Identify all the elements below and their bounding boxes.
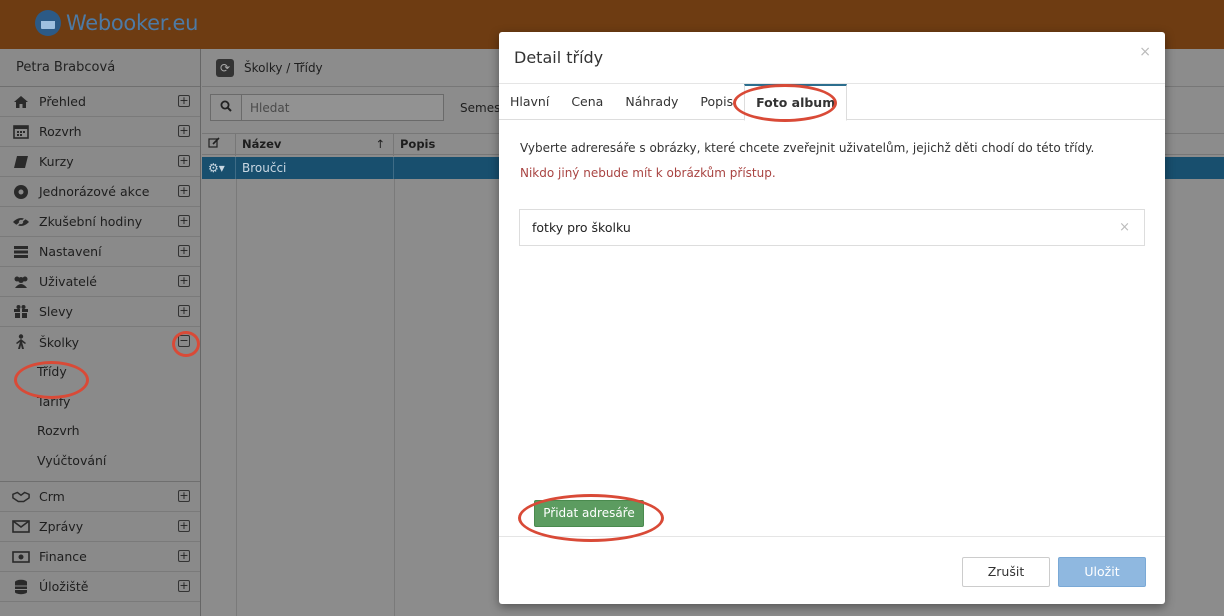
sidebar-item-prehled[interactable]: Přehled + bbox=[0, 87, 200, 117]
sidebar-item-slevy[interactable]: Slevy + bbox=[0, 297, 200, 327]
logo[interactable]: Webooker.eu bbox=[35, 10, 198, 36]
calendar-icon bbox=[35, 10, 61, 36]
expand-icon[interactable]: + bbox=[178, 275, 190, 287]
remove-icon[interactable]: × bbox=[1119, 220, 1130, 235]
expand-icon[interactable]: + bbox=[178, 95, 190, 107]
column-header-label: Název bbox=[242, 137, 282, 151]
sidebar-item-label: Přehled bbox=[39, 94, 86, 109]
modal-header: Detail třídy × bbox=[499, 32, 1165, 84]
sidebar-item-label: Rozvrh bbox=[39, 124, 82, 139]
add-directories-button[interactable]: Přidat adresáře bbox=[534, 500, 644, 527]
user-name[interactable]: Petra Brabcová bbox=[0, 49, 200, 87]
search-input[interactable]: Hledat bbox=[242, 94, 444, 121]
expand-icon[interactable]: + bbox=[178, 155, 190, 167]
sidebar-item-label: Úložiště bbox=[39, 579, 89, 594]
warning-text: Nikdo jiný nebude mít k obrázkům přístup… bbox=[520, 166, 776, 180]
expand-icon[interactable]: + bbox=[178, 490, 190, 502]
grid-divider bbox=[236, 179, 237, 616]
book-icon bbox=[12, 154, 30, 170]
collapse-icon[interactable]: − bbox=[178, 335, 190, 347]
sidebar-item-label: Slevy bbox=[39, 304, 73, 319]
sidebar-item-label: Uživatelé bbox=[39, 274, 97, 289]
skolky-submenu: Třídy Tarify Rozvrh Vyúčtování bbox=[0, 357, 200, 482]
sidebar-item-finance[interactable]: Finance + bbox=[0, 542, 200, 572]
handshake-icon bbox=[12, 489, 30, 505]
sidebar-item-label: Zkušební hodiny bbox=[39, 214, 143, 229]
sidebar-item-label: Finance bbox=[39, 549, 87, 564]
sidebar-item-rozvrh[interactable]: Rozvrh + bbox=[0, 117, 200, 147]
database-icon bbox=[12, 579, 30, 595]
expand-icon[interactable]: + bbox=[178, 305, 190, 317]
sidebar: Petra Brabcová Přehled + Rozvrh + Kurzy … bbox=[0, 49, 201, 616]
search-row: Hledat Semest bbox=[210, 94, 505, 121]
submenu-item-tarify[interactable]: Tarify bbox=[0, 387, 200, 417]
sidebar-item-zkusebni-hodiny[interactable]: Zkušební hodiny + bbox=[0, 207, 200, 237]
gear-icon[interactable]: ⚙▾ bbox=[202, 157, 236, 179]
submenu-item-rozvrh[interactable]: Rozvrh bbox=[0, 416, 200, 446]
tab-popis[interactable]: Popis bbox=[689, 84, 744, 120]
sidebar-item-jednorazove-akce[interactable]: Jednorázové akce + bbox=[0, 177, 200, 207]
refresh-icon[interactable]: ⟳ bbox=[216, 58, 234, 77]
settings-icon bbox=[12, 244, 30, 260]
cancel-button[interactable]: Zrušit bbox=[962, 557, 1050, 587]
close-icon[interactable]: × bbox=[1139, 44, 1151, 60]
mail-icon bbox=[12, 519, 30, 535]
column-header-label: Popis bbox=[400, 137, 436, 151]
sidebar-item-label: Jednorázové akce bbox=[39, 184, 150, 199]
class-detail-modal: Detail třídy × Hlavní Cena Náhrady Popis… bbox=[499, 32, 1165, 604]
save-button[interactable]: Uložit bbox=[1058, 557, 1146, 587]
expand-icon[interactable]: + bbox=[178, 550, 190, 562]
sort-asc-icon[interactable]: ↑ bbox=[375, 134, 385, 154]
modal-footer: Zrušit Uložit bbox=[499, 538, 1165, 604]
expand-icon[interactable]: + bbox=[178, 125, 190, 137]
modal-title: Detail třídy bbox=[514, 48, 604, 67]
submenu-item-vyuctovani[interactable]: Vyúčtování bbox=[0, 446, 200, 476]
expand-icon[interactable]: + bbox=[178, 580, 190, 592]
modal-tabs: Hlavní Cena Náhrady Popis Foto album bbox=[499, 84, 1165, 121]
sidebar-item-label: Crm bbox=[39, 489, 65, 504]
sidebar-item-skolky[interactable]: Školky − bbox=[0, 327, 200, 357]
calendar-icon bbox=[12, 124, 30, 140]
grid-divider bbox=[394, 179, 395, 616]
sidebar-item-label: Nastavení bbox=[39, 244, 102, 259]
tab-cena[interactable]: Cena bbox=[560, 84, 614, 120]
expand-icon[interactable]: + bbox=[178, 185, 190, 197]
column-header-nazev[interactable]: Název ↑ bbox=[236, 134, 394, 156]
sidebar-item-zpravy[interactable]: Zprávy + bbox=[0, 512, 200, 542]
edit-column-icon bbox=[202, 134, 236, 156]
sidebar-item-uloziste[interactable]: Úložiště + bbox=[0, 572, 200, 602]
sidebar-item-kurzy[interactable]: Kurzy + bbox=[0, 147, 200, 177]
breadcrumb: Školky / Třídy bbox=[244, 60, 323, 75]
money-icon bbox=[12, 549, 30, 565]
expand-icon[interactable]: + bbox=[178, 520, 190, 532]
tab-hlavni[interactable]: Hlavní bbox=[499, 84, 560, 120]
search-icon[interactable] bbox=[210, 94, 242, 121]
expand-icon[interactable]: + bbox=[178, 245, 190, 257]
users-icon bbox=[12, 274, 30, 290]
submenu-item-tridy[interactable]: Třídy bbox=[0, 357, 200, 387]
instruction-text: Vyberte adreresáře s obrázky, které chce… bbox=[520, 141, 1095, 155]
tab-nahrady[interactable]: Náhrady bbox=[614, 84, 689, 120]
expand-icon[interactable]: + bbox=[178, 215, 190, 227]
gift-icon bbox=[12, 304, 30, 320]
logo-text: Webooker.eu bbox=[66, 11, 199, 35]
home-icon bbox=[12, 94, 30, 110]
sidebar-item-label: Kurzy bbox=[39, 154, 74, 169]
ball-icon bbox=[12, 184, 30, 200]
sidebar-item-label: Zprávy bbox=[39, 519, 84, 534]
child-icon bbox=[12, 334, 30, 350]
modal-body: Vyberte adreresáře s obrázky, které chce… bbox=[499, 121, 1165, 537]
eye-icon bbox=[12, 214, 30, 230]
sidebar-item-crm[interactable]: Crm + bbox=[0, 482, 200, 512]
sidebar-item-nastaveni[interactable]: Nastavení + bbox=[0, 237, 200, 267]
directory-name: fotky pro školku bbox=[532, 220, 631, 235]
tab-foto-album[interactable]: Foto album bbox=[744, 84, 848, 121]
sidebar-item-label: Školky bbox=[39, 334, 80, 350]
sidebar-item-uzivatele[interactable]: Uživatelé + bbox=[0, 267, 200, 297]
directory-item: fotky pro školku × bbox=[519, 209, 1145, 246]
table-cell-name: Broučci bbox=[236, 157, 394, 179]
